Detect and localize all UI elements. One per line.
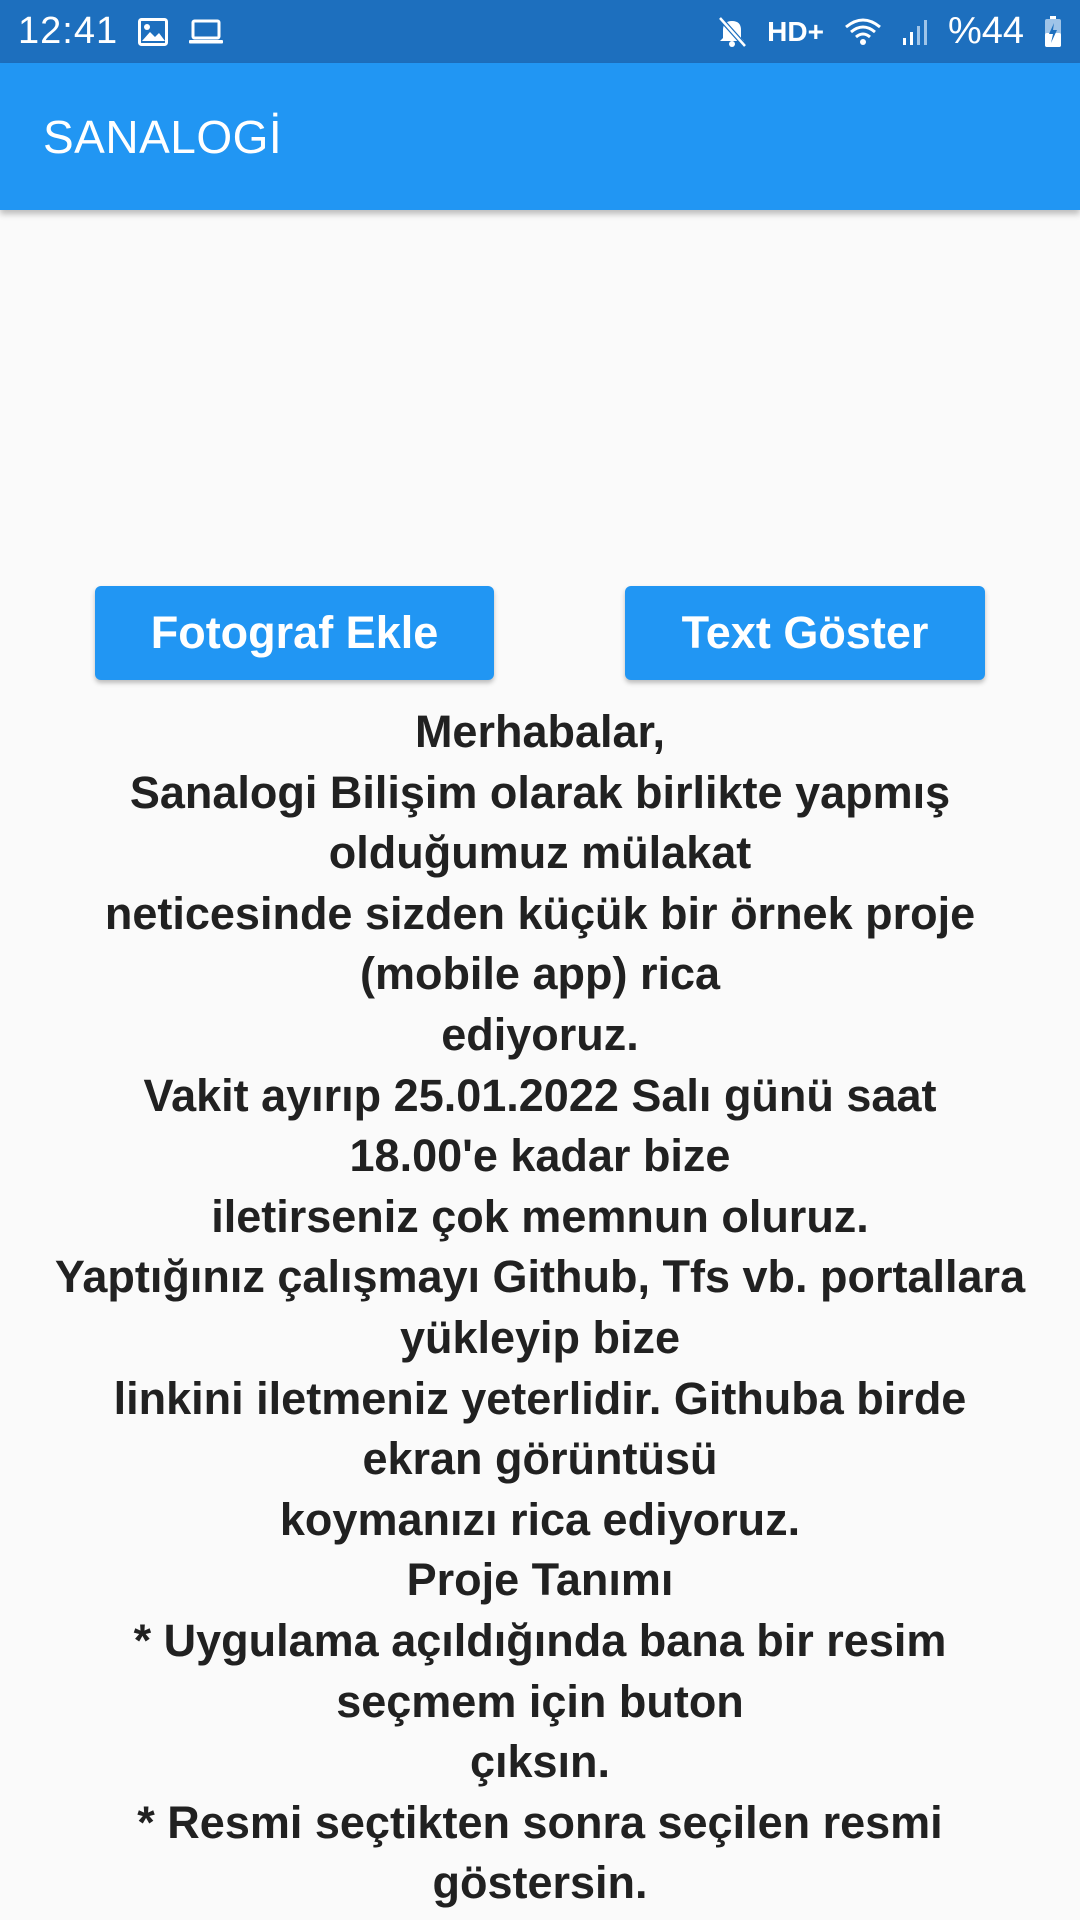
status-bar: 12:41 HD+ %44 (0, 0, 1080, 63)
network-type: HD+ (767, 15, 824, 47)
message-line: * Uygulama açıldığında bana bir resim (133, 1614, 947, 1666)
message-line: olduğumuz mülakat (328, 827, 752, 879)
message-text: Merhabalar, Sanalogi Bilişim olarak birli… (0, 702, 1080, 1914)
add-photo-button[interactable]: Fotograf Ekle (95, 586, 494, 680)
status-bar-left: 12:41 (18, 10, 224, 53)
message-line: * Resmi seçtikten sonra seçilen resmi (137, 1796, 943, 1848)
message-line: Merhabalar, (414, 706, 666, 757)
message-line: çıksın. (469, 1736, 611, 1788)
status-bar-right: HD+ %44 (717, 10, 1062, 53)
message-line: Proje Tanımı (406, 1554, 674, 1606)
app-bar: SANALOGİ (0, 63, 1080, 210)
app-title: SANALOGİ (43, 110, 283, 163)
image-icon (138, 17, 169, 46)
message-line: Sanalogi Bilişim olarak birlikte yapmış (129, 766, 951, 818)
laptop-icon (188, 19, 224, 45)
battery-percent: %44 (947, 10, 1024, 52)
battery-charging-icon (1044, 15, 1062, 48)
show-text-button[interactable]: Text Göster (625, 586, 985, 680)
message-line: göstersin. (432, 1857, 648, 1909)
app-screen: 12:41 HD+ %44 SANALOGİ Fotograf Ekle Tex… (0, 0, 1080, 1920)
message-line: ekran görüntüsü (362, 1433, 718, 1485)
message-line: ediyoruz. (441, 1008, 639, 1060)
mute-icon (717, 15, 748, 48)
status-time: 12:41 (18, 10, 119, 52)
message-line: Vakit ayırıp 25.01.2022 Salı günü saat (143, 1069, 937, 1121)
message-line: iletirseniz çok memnun oluruz. (211, 1190, 869, 1242)
message-line: Yaptığınız çalışmayı Github, Tfs vb. por… (54, 1251, 1026, 1303)
message-line: linkini iletmeniz yeterlidir. Githuba bi… (113, 1372, 967, 1424)
message-line: yükleyip bize (399, 1311, 681, 1363)
message-line: 18.00'e kadar bize (349, 1130, 731, 1182)
message-line: koymanızı rica ediyoruz. (279, 1493, 801, 1545)
message-line: neticesinde sizden küçük bir örnek proje (104, 887, 976, 939)
message-line: seçmem için buton (336, 1675, 744, 1727)
signal-icon (902, 18, 928, 46)
wifi-icon (844, 17, 882, 47)
message-line: (mobile app) rica (359, 948, 721, 1000)
